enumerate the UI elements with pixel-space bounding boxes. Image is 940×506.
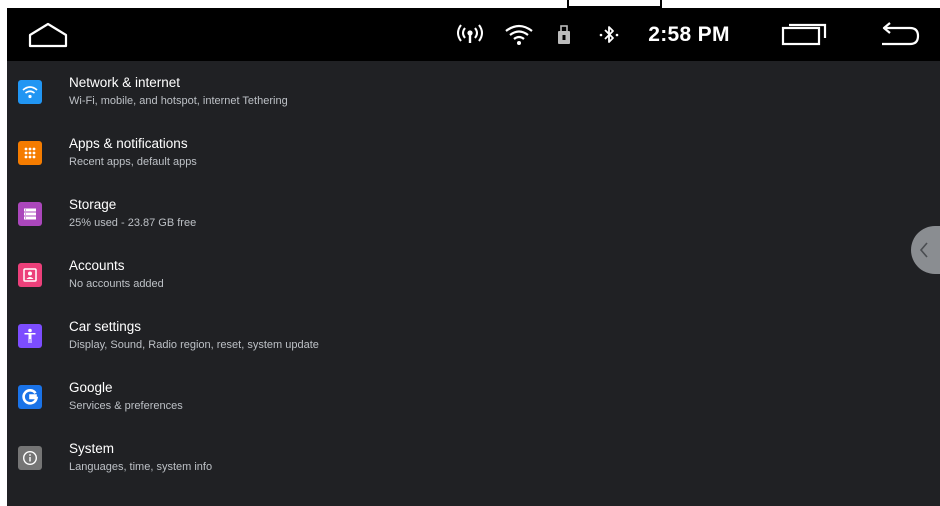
back-icon	[882, 21, 920, 45]
settings-item-apps[interactable]: Apps & notifications Recent apps, defaul…	[7, 122, 917, 183]
settings-item-subtitle: Display, Sound, Radio region, reset, sys…	[69, 339, 319, 351]
settings-item-subtitle: Wi-Fi, mobile, and hotspot, internet Tet…	[69, 95, 288, 107]
settings-item-network[interactable]: Network & internet Wi-Fi, mobile, and ho…	[7, 61, 917, 122]
recents-button[interactable]	[775, 8, 835, 61]
account-icon	[18, 263, 42, 287]
top-tab-notch	[567, 0, 662, 8]
settings-list: Network & internet Wi-Fi, mobile, and ho…	[7, 61, 917, 488]
wifi-status	[502, 8, 536, 61]
google-icon	[18, 385, 42, 409]
settings-item-accounts[interactable]: Accounts No accounts added	[7, 244, 917, 305]
settings-item-title: Apps & notifications	[69, 136, 188, 151]
chevron-left-icon	[919, 242, 928, 258]
settings-item-subtitle: No accounts added	[69, 278, 164, 290]
signal-status	[453, 8, 487, 61]
storage-icon	[18, 202, 42, 226]
settings-item-car-settings[interactable]: Car settings Display, Sound, Radio regio…	[7, 305, 917, 366]
settings-item-title: Network & internet	[69, 75, 181, 90]
settings-item-title: Google	[69, 380, 113, 395]
signal-broadcast-icon	[457, 23, 483, 43]
recents-icon	[781, 23, 827, 45]
settings-item-subtitle: 25% used - 23.87 GB free	[69, 217, 197, 229]
usb-lock-icon	[558, 24, 570, 44]
settings-item-google[interactable]: Google Services & preferences	[7, 366, 917, 427]
top-border	[0, 0, 940, 8]
status-bar: 2:58 PM	[7, 8, 940, 61]
home-icon	[28, 22, 68, 47]
settings-item-storage[interactable]: Storage 25% used - 23.87 GB free	[7, 183, 917, 244]
settings-item-title: Car settings	[69, 319, 142, 334]
apps-grid-icon	[18, 141, 42, 165]
settings-item-title: System	[69, 441, 115, 456]
settings-item-system[interactable]: System Languages, time, system info	[7, 427, 917, 488]
settings-item-title: Storage	[69, 197, 117, 212]
home-button[interactable]	[21, 8, 75, 61]
back-button[interactable]	[872, 8, 924, 61]
settings-item-subtitle: Services & preferences	[69, 400, 183, 412]
settings-item-subtitle: Languages, time, system info	[69, 461, 213, 473]
bluetooth-status	[594, 8, 624, 61]
bluetooth-icon	[599, 25, 619, 43]
status-clock: 2:58 PM	[648, 22, 730, 46]
settings-item-title: Accounts	[69, 258, 125, 273]
android-settings-screen: 2:58 PM Network & internet Wi-Fi, mobile…	[7, 8, 940, 506]
info-icon	[18, 446, 42, 470]
wifi-icon	[505, 24, 533, 45]
settings-item-subtitle: Recent apps, default apps	[69, 156, 197, 168]
usb-lock-status	[552, 8, 576, 61]
accessibility-icon	[18, 324, 42, 348]
wifi-icon	[18, 80, 42, 104]
